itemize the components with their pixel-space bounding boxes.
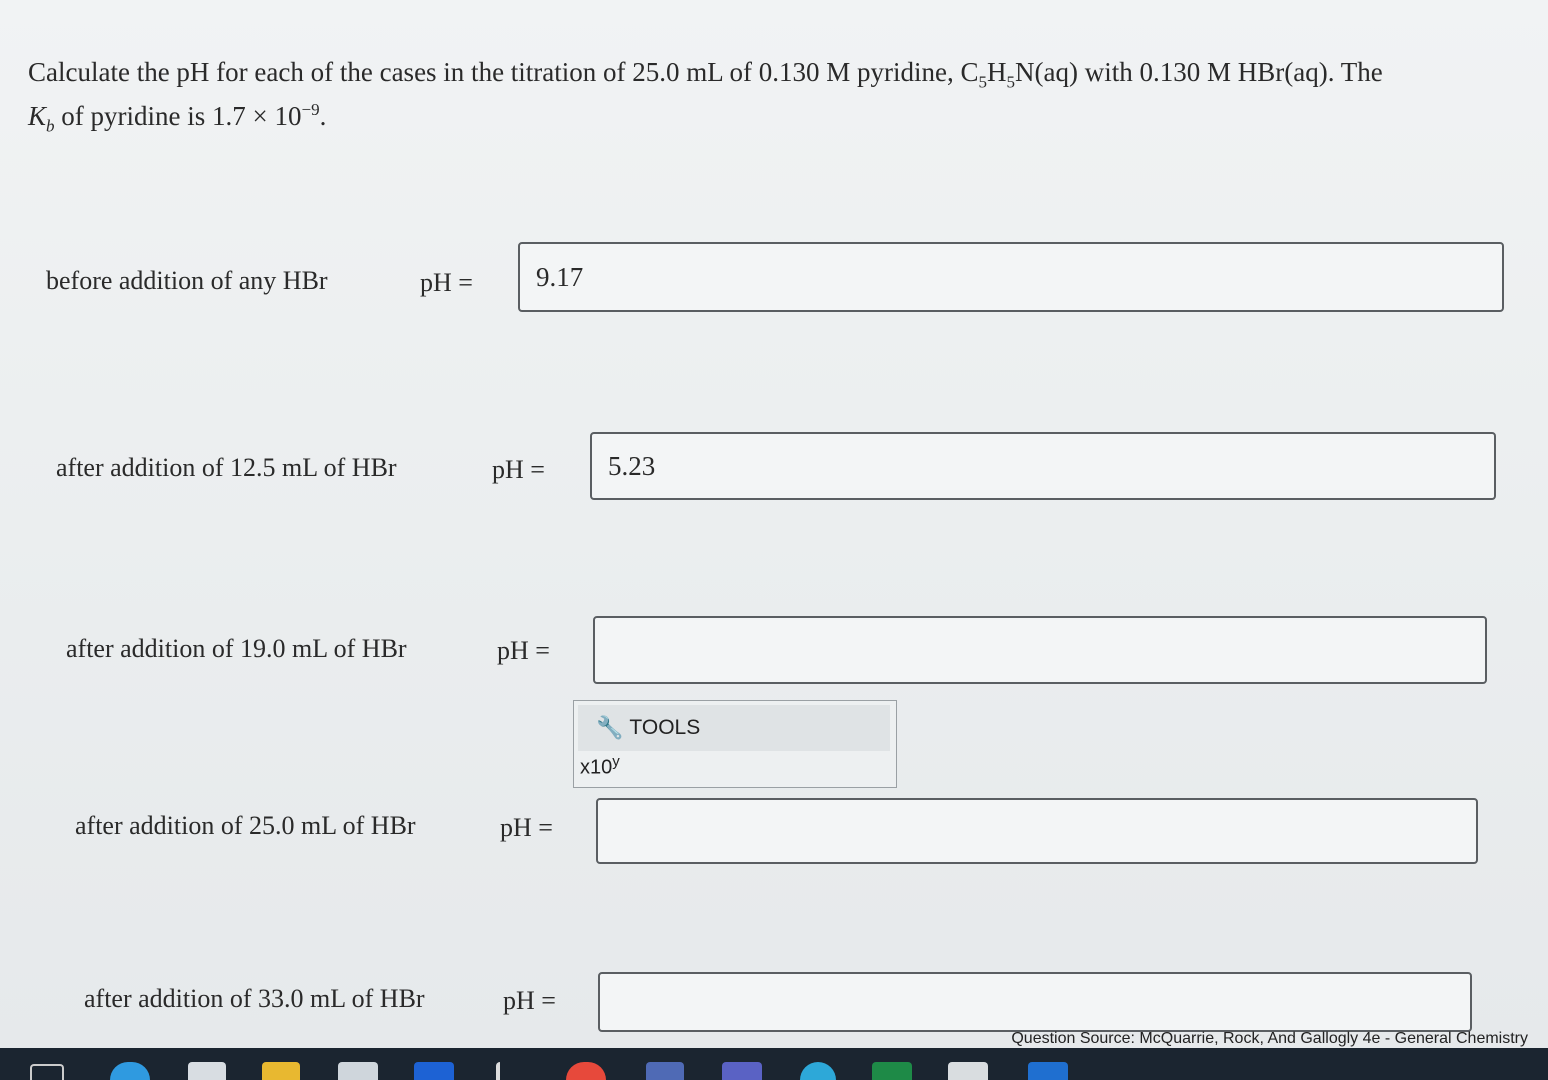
excel-icon[interactable] [872, 1062, 912, 1080]
formula-part: H [987, 57, 1007, 87]
store-icon[interactable] [188, 1062, 226, 1080]
kb-exponent: −9 [301, 100, 320, 119]
tools-button[interactable]: 🔧 TOOLS [578, 705, 890, 751]
ph-input-19-0[interactable] [593, 616, 1487, 684]
row-label-before: before addition of any HBr [46, 266, 328, 295]
kb-end: . [319, 101, 327, 131]
mail-icon[interactable] [338, 1062, 378, 1080]
x10-exponent-button[interactable]: x10y [580, 753, 620, 780]
ph-input-25-0[interactable] [596, 798, 1478, 864]
question-line-1: Calculate the pH for each of the cases i… [28, 57, 979, 87]
app-icon[interactable] [800, 1062, 836, 1080]
kb-text: of pyridine is 1.7 × 10 [54, 101, 302, 131]
row-label-33-0: after addition of 33.0 mL of HBr [84, 984, 425, 1013]
app-icon[interactable] [646, 1062, 684, 1080]
ph-label: pH = [497, 636, 550, 665]
subscript: 5 [978, 72, 988, 92]
taskbar [0, 1048, 1548, 1080]
row-label-25-0: after addition of 25.0 mL of HBr [75, 811, 416, 840]
ph-input-33-0[interactable] [598, 972, 1472, 1032]
subscript: 5 [1006, 72, 1016, 92]
question-source: Question Source: McQuarrie, Rock, And Ga… [1011, 1030, 1528, 1047]
ph-label: pH = [500, 813, 553, 842]
teams-icon[interactable] [722, 1062, 762, 1080]
question-line-1-end: N(aq) with 0.130 M HBr(aq). The [1015, 57, 1383, 87]
ph-label: pH = [492, 455, 545, 484]
row-label-12-5: after addition of 12.5 mL of HBr [56, 453, 397, 482]
edge-icon[interactable] [110, 1062, 150, 1080]
ph-input-before[interactable]: 9.17 [518, 242, 1504, 312]
dropbox-icon[interactable] [414, 1062, 454, 1080]
question-page: Calculate the pH for each of the cases i… [0, 0, 1548, 1048]
ph-label: pH = [420, 268, 473, 297]
row-label-19-0: after addition of 19.0 mL of HBr [66, 634, 407, 663]
ph-label: pH = [503, 986, 556, 1015]
kb-symbol: Kb [28, 101, 55, 136]
tools-panel: 🔧 TOOLS x10y [573, 700, 897, 788]
ph-input-12-5[interactable]: 5.23 [590, 432, 1496, 500]
app-icon[interactable] [1028, 1062, 1068, 1080]
task-view-icon[interactable] [30, 1064, 64, 1080]
app-icon[interactable] [948, 1062, 988, 1080]
app-icon[interactable] [496, 1062, 528, 1080]
question-text: Calculate the pH for each of the cases i… [28, 50, 1528, 138]
chrome-icon[interactable] [566, 1062, 606, 1080]
tools-label: TOOLS [629, 716, 701, 739]
file-explorer-icon[interactable] [262, 1062, 300, 1080]
wrench-icon: 🔧 [596, 715, 624, 740]
